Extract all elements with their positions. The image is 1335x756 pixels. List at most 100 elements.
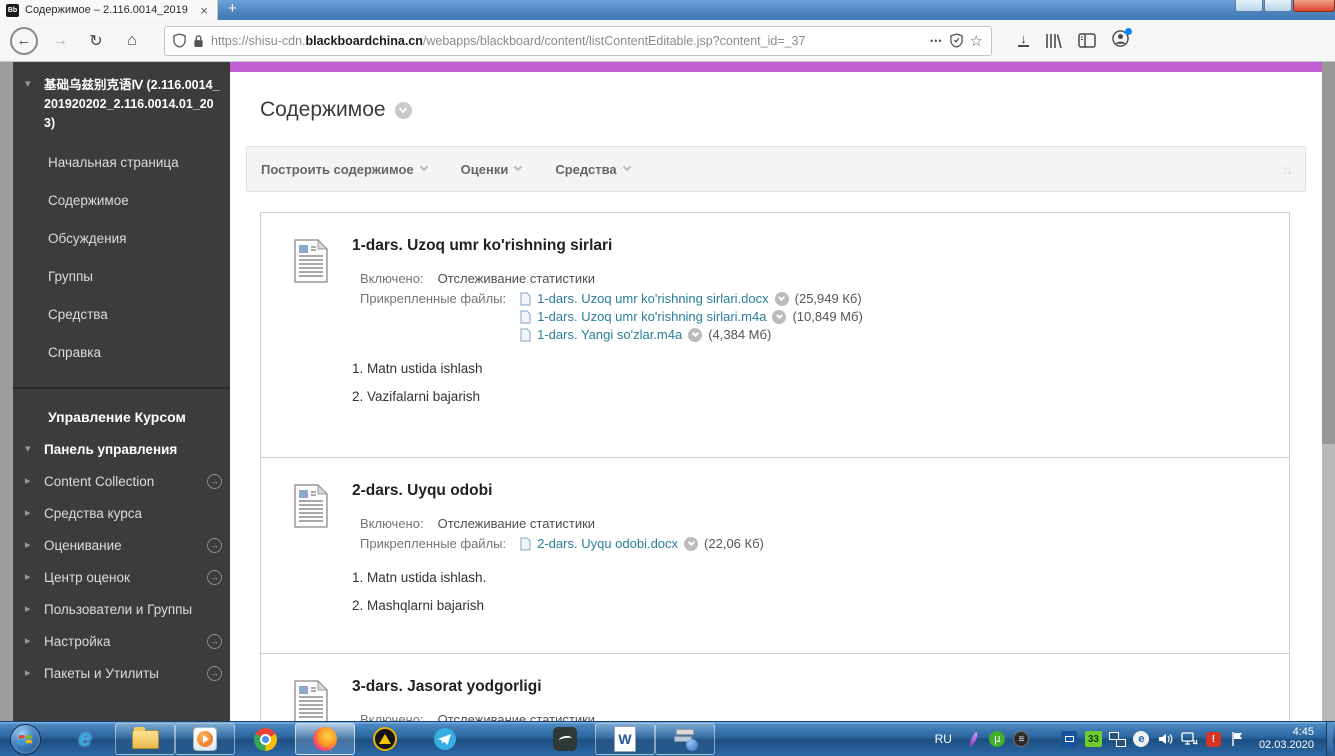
volume-tray-icon[interactable] bbox=[1157, 731, 1174, 748]
tab-close-icon[interactable]: × bbox=[197, 4, 211, 17]
main-content: Содержимое Построить содержимое Оценки С… bbox=[230, 62, 1322, 721]
expand-triangle-icon[interactable]: ▸ bbox=[25, 569, 37, 585]
cpu-monitor-tray-icon[interactable]: 33 bbox=[1084, 731, 1102, 747]
file-link[interactable]: 1-dars. Yangi so'zlar.m4a bbox=[537, 327, 682, 342]
taskbar-word-button[interactable]: W bbox=[595, 723, 655, 755]
sidebar-item-grade-center[interactable]: ▸ Центр оценок → bbox=[13, 561, 230, 593]
sidebar-item-packages-utilities[interactable]: ▸ Пакеты и Утилиты → bbox=[13, 657, 230, 689]
start-button[interactable] bbox=[10, 723, 41, 755]
file-link[interactable]: 1-dars. Uzoq umr ko'rishning sirlari.m4a bbox=[537, 309, 766, 324]
sidebar-item-course-tools[interactable]: ▸ Средства курса bbox=[13, 497, 230, 529]
sidebar-item-discussions[interactable]: Обсуждения bbox=[13, 221, 230, 257]
sidebar-item-groups[interactable]: Группы bbox=[13, 259, 230, 295]
build-content-button[interactable]: Построить содержимое bbox=[261, 162, 428, 177]
network-tray-icon[interactable] bbox=[1181, 731, 1198, 748]
new-tab-button[interactable]: + bbox=[218, 0, 247, 20]
action-center-flag-icon[interactable] bbox=[1229, 731, 1246, 748]
item-title[interactable]: 3-dars. Jasorat yodgorligi bbox=[352, 678, 1269, 696]
expand-triangle-icon[interactable]: ▸ bbox=[25, 665, 37, 681]
taskbar-aimp-button[interactable] bbox=[355, 723, 415, 755]
taskbar-books-app-button[interactable] bbox=[655, 723, 715, 755]
collapse-triangle-icon[interactable]: ▾ bbox=[25, 76, 37, 133]
tools-button[interactable]: Средства bbox=[555, 162, 631, 177]
sidebar-item-evaluation[interactable]: ▸ Оценивание → bbox=[13, 529, 230, 561]
sidebar-item-help[interactable]: Справка bbox=[13, 335, 230, 371]
forward-button[interactable]: → bbox=[46, 27, 74, 55]
item-title[interactable]: 2-dars. Uyqu odobi bbox=[352, 482, 1269, 500]
blue-app-tray-icon[interactable] bbox=[1061, 731, 1078, 748]
page-actions-icon[interactable]: ••• bbox=[930, 36, 942, 46]
keyboard-layout-indicator[interactable]: RU bbox=[935, 732, 952, 746]
sidebar-toggle-icon[interactable] bbox=[1078, 33, 1096, 48]
downloads-icon[interactable]: ↓ bbox=[1018, 32, 1029, 47]
maximize-button[interactable] bbox=[1264, 0, 1292, 12]
taskbar-bird-app-button[interactable] bbox=[535, 723, 595, 755]
open-arrow-icon[interactable]: → bbox=[207, 473, 222, 489]
sidebar-item-users-groups[interactable]: ▸ Пользователи и Группы bbox=[13, 593, 230, 625]
library-icon[interactable] bbox=[1045, 33, 1062, 49]
document-icon bbox=[294, 680, 328, 721]
expand-triangle-icon[interactable]: ▸ bbox=[25, 633, 37, 649]
open-arrow-icon[interactable]: → bbox=[207, 569, 222, 585]
account-icon[interactable] bbox=[1112, 27, 1132, 52]
home-button[interactable]: ⌂ bbox=[118, 27, 146, 55]
course-header[interactable]: ▾ 基础乌兹别克语Ⅳ (2.116.0014_201920202_2.116.0… bbox=[13, 62, 230, 143]
open-arrow-icon[interactable]: → bbox=[207, 665, 222, 681]
e-app-tray-icon[interactable]: e bbox=[1133, 731, 1150, 748]
action-bar: Построить содержимое Оценки Средства ↑↓ bbox=[246, 146, 1306, 192]
lock-icon bbox=[194, 34, 203, 47]
sidebar-item-content[interactable]: Содержимое bbox=[13, 183, 230, 219]
vertical-scrollbar[interactable] bbox=[1322, 62, 1335, 721]
url-text[interactable]: https://shisu-cdn.blackboardchina.cn/web… bbox=[211, 34, 923, 48]
word-icon: W bbox=[614, 726, 636, 752]
bookmark-star-icon[interactable]: ☆ bbox=[970, 32, 983, 50]
title-chevron-icon[interactable] bbox=[394, 101, 412, 119]
file-chevron-icon[interactable] bbox=[688, 327, 703, 342]
taskbar-orange-app-button[interactable] bbox=[475, 723, 535, 755]
file-link[interactable]: 1-dars. Uzoq umr ko'rishning sirlari.doc… bbox=[537, 291, 769, 306]
file-link[interactable]: 2-dars. Uyqu odobi.docx bbox=[537, 536, 678, 551]
expand-triangle-icon[interactable]: ▸ bbox=[25, 505, 37, 521]
close-button[interactable] bbox=[1293, 0, 1335, 12]
sidebar-item-control-panel[interactable]: ▾ Панель управления bbox=[13, 433, 230, 465]
taskbar-telegram-button[interactable] bbox=[415, 723, 475, 755]
sidebar-item-home[interactable]: Начальная страница bbox=[13, 145, 230, 181]
show-desktop-button[interactable] bbox=[1326, 722, 1333, 756]
browser-tab[interactable]: Bb Содержимое – 2.116.0014_2019 × bbox=[0, 0, 218, 20]
reorder-icon[interactable]: ↑↓ bbox=[1282, 162, 1293, 177]
file-chevron-icon[interactable] bbox=[774, 291, 789, 306]
sidebar-item-customization[interactable]: ▸ Настройка → bbox=[13, 625, 230, 657]
open-arrow-icon[interactable]: → bbox=[207, 537, 222, 553]
scrollbar-thumb[interactable] bbox=[1322, 62, 1335, 445]
assessments-button[interactable]: Оценки bbox=[461, 162, 523, 177]
alert-tray-icon[interactable]: ! bbox=[1205, 731, 1222, 748]
taskbar-explorer-button[interactable] bbox=[115, 723, 175, 755]
protections-badge-icon[interactable] bbox=[949, 33, 963, 48]
sidebar-item-tools[interactable]: Средства bbox=[13, 297, 230, 333]
orange-person-tray-icon[interactable] bbox=[1037, 731, 1054, 748]
item-title[interactable]: 1-dars. Uzoq umr ko'rishning sirlari bbox=[352, 237, 1269, 255]
open-arrow-icon[interactable]: → bbox=[207, 633, 222, 649]
expand-triangle-icon[interactable]: ▸ bbox=[25, 473, 37, 489]
display-tray-icon[interactable] bbox=[1108, 731, 1126, 748]
dark-menu-tray-icon[interactable]: ≡ bbox=[1013, 731, 1030, 748]
taskbar-firefox-button[interactable] bbox=[295, 723, 355, 755]
feather-tray-icon[interactable] bbox=[965, 731, 982, 748]
expand-triangle-icon[interactable]: ▸ bbox=[25, 537, 37, 553]
collapse-triangle-icon[interactable]: ▾ bbox=[25, 441, 37, 457]
taskbar-chrome-button[interactable] bbox=[235, 723, 295, 755]
taskbar-ie-button[interactable]: e bbox=[55, 723, 115, 755]
url-bar[interactable]: https://shisu-cdn.blackboardchina.cn/web… bbox=[164, 25, 992, 56]
taskbar-wmp-button[interactable] bbox=[175, 723, 235, 755]
expand-triangle-icon[interactable]: ▸ bbox=[25, 601, 37, 617]
file-chevron-icon[interactable] bbox=[684, 536, 699, 551]
sidebar-item-content-collection[interactable]: ▸ Content Collection → bbox=[13, 465, 230, 497]
toolbar-right-icons: ↓ bbox=[1018, 27, 1132, 52]
utorrent-tray-icon[interactable]: µ bbox=[989, 731, 1006, 748]
back-button[interactable]: ← bbox=[10, 26, 38, 55]
file-chevron-icon[interactable] bbox=[772, 309, 787, 324]
reload-button[interactable]: ↻ bbox=[82, 27, 110, 55]
tracking-shield-icon[interactable] bbox=[173, 33, 186, 48]
minimize-button[interactable] bbox=[1235, 0, 1263, 12]
taskbar-clock[interactable]: 4:45 02.03.2020 bbox=[1259, 726, 1314, 752]
